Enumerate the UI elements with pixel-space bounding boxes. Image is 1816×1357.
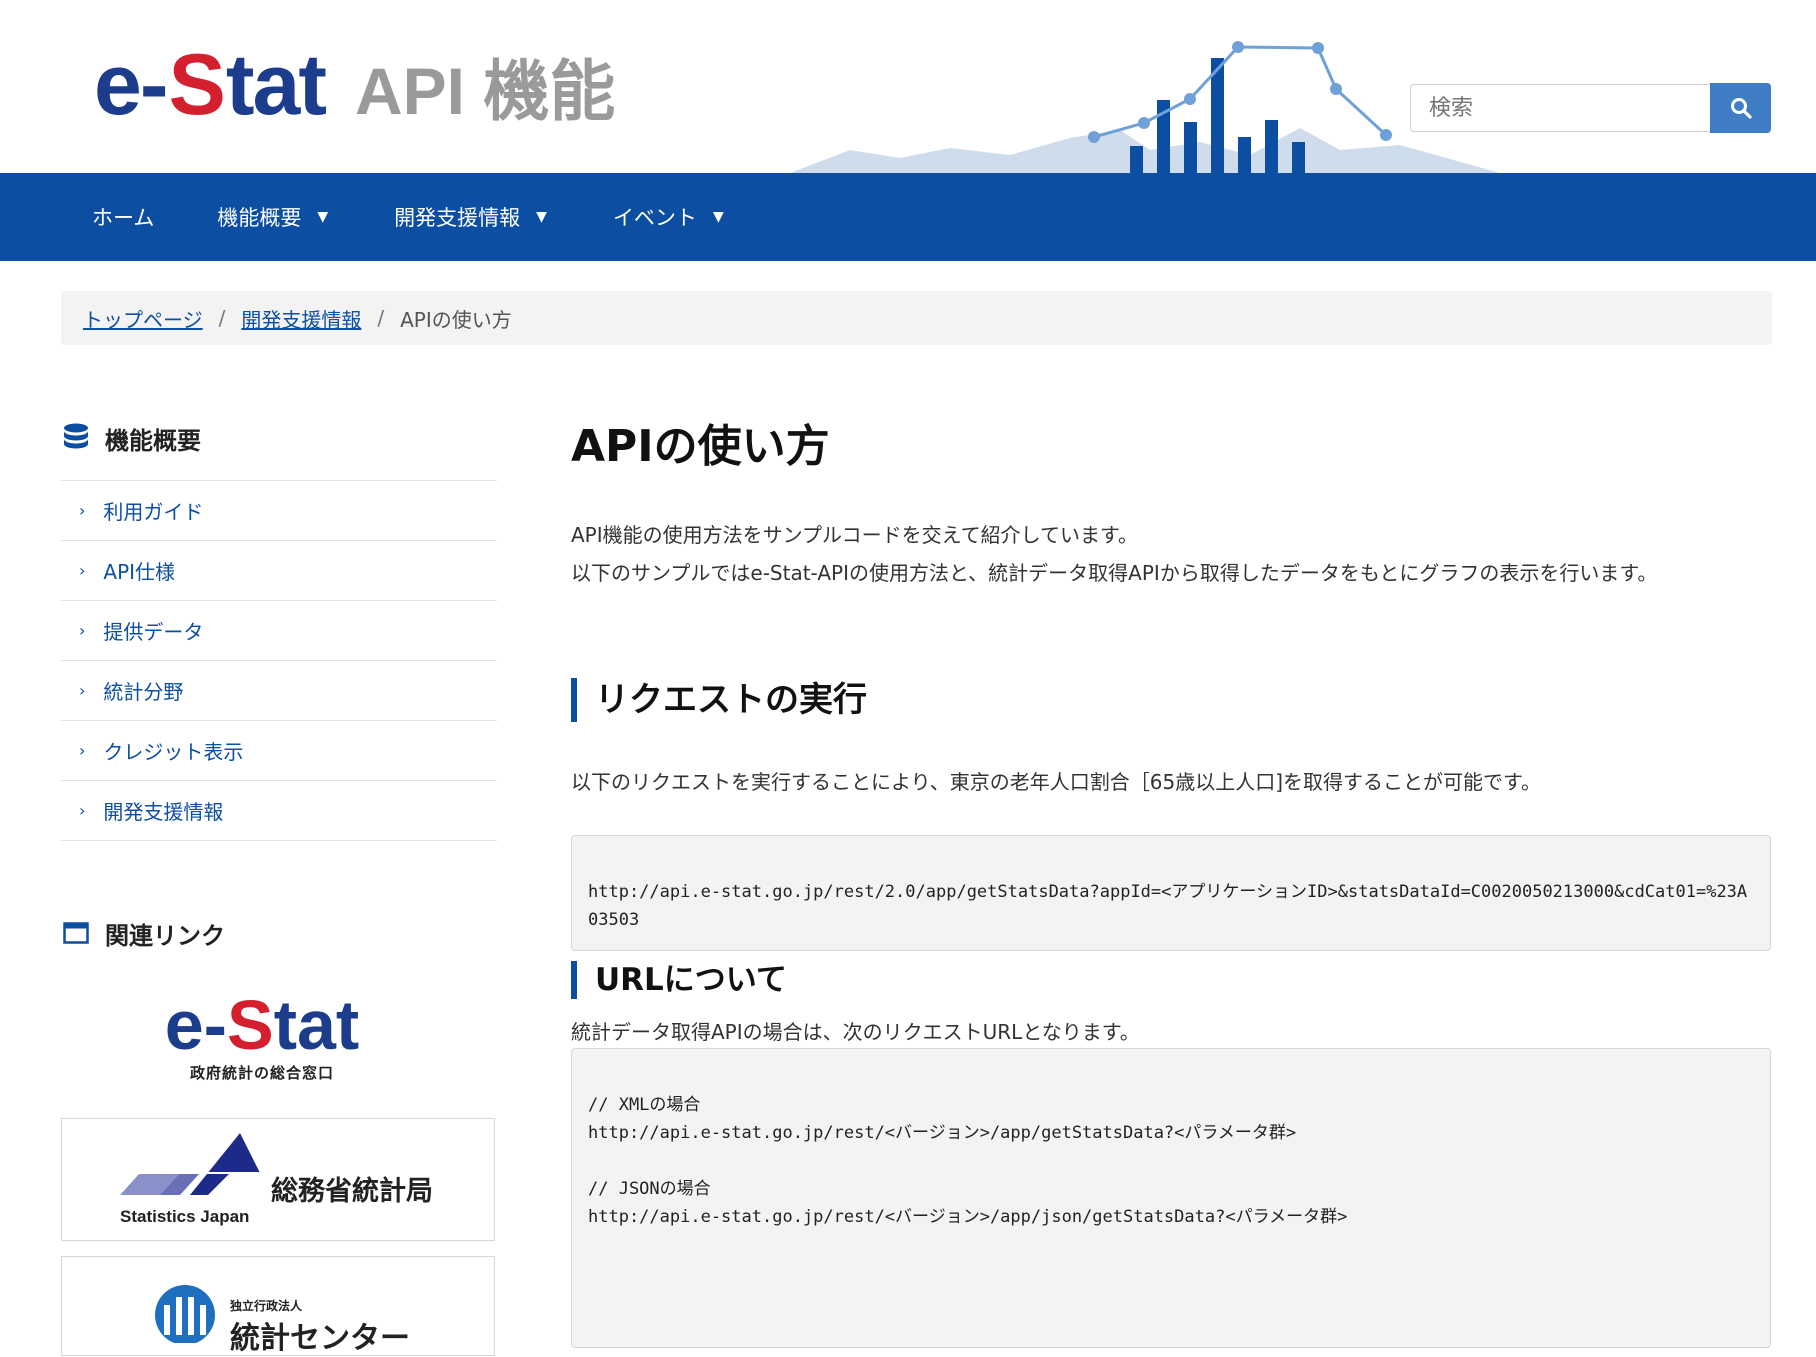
search-box [1410, 83, 1771, 133]
estat-api-logo[interactable]: e - Stat API 機能 [94, 36, 615, 133]
window-icon [61, 922, 91, 944]
sidebar-item-label: 提供データ [103, 620, 204, 644]
chevron-right-icon: › [79, 801, 86, 820]
page-title: APIの使い方 [571, 421, 830, 472]
caret-down-icon: ▼ [536, 209, 547, 225]
logo-subtitle: API 機能 [354, 54, 616, 128]
breadcrumb-link-top[interactable]: トップページ [83, 304, 203, 333]
sidebar-item-label: 利用ガイド [103, 500, 204, 524]
section-url-text: 統計データ取得APIの場合は、次のリクエストURLとなります。 [571, 1020, 1140, 1044]
code-url-xml[interactable]: http://api.e-stat.go.jp/rest/<バージョン>/app… [588, 1119, 1754, 1147]
nav-item-label: ホーム [92, 206, 155, 230]
sidebar-item-label: クレジット表示 [103, 740, 244, 764]
logo-s: S [168, 37, 226, 133]
sidebar-item-usage-guide[interactable]: › 利用ガイド [61, 481, 497, 541]
nav-item-label: イベント [612, 206, 697, 230]
logo-dash: - [139, 37, 169, 133]
site-header: e - Stat API 機能 [0, 0, 1816, 173]
caret-down-icon: ▼ [317, 209, 329, 225]
chevron-right-icon: › [79, 501, 86, 520]
chevron-right-icon: › [79, 741, 86, 760]
code-comment-xml: // XMLの場合 [588, 1095, 701, 1115]
related-links-label: 関連リンク [105, 921, 225, 950]
nav-item-features[interactable]: 機能概要 ▼ [217, 202, 328, 232]
stat-center-banner[interactable]: 独立行政法人 統計センター [61, 1256, 495, 1356]
breadcrumb-separator: / [377, 306, 385, 330]
chevron-right-icon: › [79, 621, 86, 640]
nav-item-events[interactable]: イベント ▼ [613, 202, 724, 232]
estat-logo-main: e-Stat [112, 990, 412, 1060]
related-links-section: 関連リンク [61, 905, 497, 961]
estat-logo-text: e-Stat [164, 986, 360, 1064]
section-heading-request: リクエストの実行 [571, 678, 867, 722]
breadcrumb-separator: / [218, 306, 226, 330]
code-block-url: // XMLの場合 http://api.e-stat.go.jp/rest/<バ… [571, 1048, 1771, 1348]
intro-line-1: API機能の使用方法をサンプルコードを交えて紹介しています。 [571, 523, 1139, 547]
sidebar: 機能概要 › 利用ガイド › API仕様 › 提供データ › 統計分野 › クレ… [61, 410, 497, 841]
main-nav: ホーム 機能概要 ▼ 開発支援情報 ▼ イベント ▼ [0, 173, 1816, 261]
stat-center-title: 統計センター [230, 1321, 410, 1356]
nav-item-dev-support[interactable]: 開発支援情報 ▼ [394, 202, 547, 232]
nav-item-home[interactable]: ホーム [92, 202, 154, 232]
code-block-request: http://api.e-stat.go.jp/rest/2.0/app/get… [571, 835, 1771, 951]
intro-text: API機能の使用方法をサンプルコードを交えて紹介しています。 以下のサンプルでは… [571, 516, 1657, 592]
sidebar-item-stat-fields[interactable]: › 統計分野 [61, 661, 497, 721]
search-button[interactable] [1710, 83, 1771, 133]
section-request-text: 以下のリクエストを実行することにより、東京の老年人口割合［65歳以上人口]を取得… [571, 770, 1542, 794]
nav-item-label: 機能概要 [217, 206, 302, 230]
stat-center-logo-icon [155, 1285, 215, 1343]
logo-e: e [94, 37, 142, 133]
chevron-right-icon: › [79, 561, 86, 580]
stat-bureau-banner[interactable]: 総務省統計局 Statistics Japan [61, 1118, 495, 1241]
sidebar-item-label: API仕様 [103, 560, 176, 584]
breadcrumb: トップページ / 開発支援情報 / APIの使い方 [61, 291, 1772, 345]
sidebar-item-dev-support[interactable]: › 開発支援情報 [61, 781, 497, 841]
sidebar-list: › 利用ガイド › API仕様 › 提供データ › 統計分野 › クレジット表示… [61, 480, 497, 841]
sidebar-item-label: 開発支援情報 [103, 800, 224, 824]
breadcrumb-link-dev-support[interactable]: 開発支援情報 [241, 304, 361, 333]
stat-bureau-title: 総務省統計局 [271, 1176, 433, 1207]
search-icon [1730, 98, 1752, 119]
caret-down-icon: ▼ [712, 209, 724, 225]
breadcrumb-current: APIの使い方 [400, 307, 512, 332]
chevron-right-icon: › [79, 681, 86, 700]
code-request-url[interactable]: http://api.e-stat.go.jp/rest/2.0/app/get… [588, 882, 1747, 930]
related-links-heading: 関連リンク [61, 905, 497, 961]
stat-bureau-logo-icon [120, 1133, 270, 1195]
intro-line-2: 以下のサンプルではe-Stat-APIの使用方法と、統計データ取得APIから取得… [571, 561, 1658, 585]
stat-bureau-subtitle: Statistics Japan [120, 1207, 250, 1226]
logo-tat: tat [225, 37, 327, 133]
code-url-json[interactable]: http://api.e-stat.go.jp/rest/<バージョン>/app… [588, 1203, 1754, 1231]
search-input[interactable] [1410, 84, 1710, 132]
section-heading-url: URLについて [571, 961, 787, 999]
code-comment-json: // JSONの場合 [588, 1179, 711, 1199]
sidebar-item-provided-data[interactable]: › 提供データ [61, 601, 497, 661]
sidebar-heading: 機能概要 [61, 410, 497, 466]
estat-logo-sub: 政府統計の総合窓口 [189, 1064, 334, 1082]
sidebar-item-credit[interactable]: › クレジット表示 [61, 721, 497, 781]
estat-portal-link[interactable]: e-Stat 政府統計の総合窓口 [112, 990, 412, 1083]
stat-center-small: 独立行政法人 [230, 1299, 303, 1313]
sidebar-item-api-spec[interactable]: › API仕様 [61, 541, 497, 601]
header-graph-illustration [790, 41, 1500, 173]
database-icon [61, 423, 91, 453]
sidebar-item-label: 統計分野 [103, 680, 184, 704]
nav-item-label: 開発支援情報 [394, 206, 521, 230]
sidebar-heading-label: 機能概要 [105, 426, 201, 455]
